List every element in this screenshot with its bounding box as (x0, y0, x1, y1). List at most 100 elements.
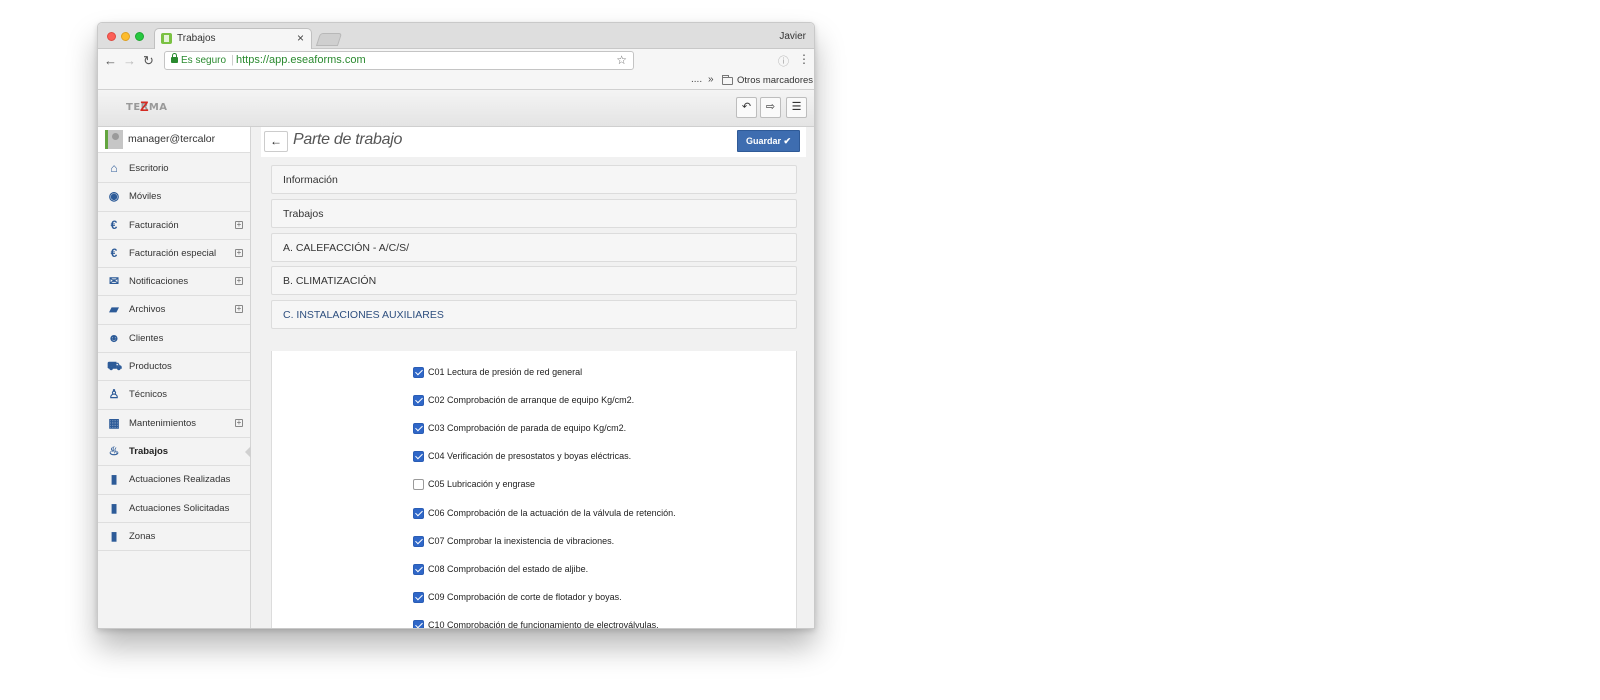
expand-plus-icon[interactable]: + (235, 305, 243, 314)
accordion-panel-3[interactable]: A. CALEFACCIÓN - A/C/S/ (271, 233, 797, 262)
back-arrow-icon[interactable]: ← (104, 53, 117, 68)
envelope-icon: ✉ (108, 274, 120, 289)
sidebar-item-actuaciones-realizadas[interactable]: ▮ Actuaciones Realizadas (98, 466, 250, 495)
save-button[interactable]: Guardar ✔ (737, 130, 800, 152)
sidebar-item-productos[interactable]: ⛟ Productos (98, 353, 250, 382)
panel-title: Información (283, 174, 338, 186)
checklist-label: C02 Comprobación de arranque de equipo K… (428, 395, 635, 406)
checklist-label: C06 Comprobación de la actuación de la v… (428, 507, 676, 518)
users-icon: ☻ (107, 330, 121, 345)
file-icon: ▮ (110, 472, 118, 487)
tab-strip: Trabajos × Javier (98, 23, 814, 50)
accordion-panel-4[interactable]: B. CLIMATIZACIÓN (271, 266, 797, 295)
sidebar-item-mantenimientos[interactable]: ▦ Mantenimientos + (98, 410, 250, 438)
company-logo[interactable]: TERMA Z (126, 98, 167, 116)
sidebar-item-notificaciones[interactable]: ✉ Notificaciones + (98, 268, 250, 297)
checkbox-checked[interactable] (413, 423, 424, 435)
checkbox-checked[interactable] (413, 451, 424, 463)
sidebar-item-label: Archivos (129, 304, 166, 316)
home-icon: ⌂ (110, 161, 118, 175)
browser-tab-trabajos[interactable]: Trabajos × (154, 28, 312, 50)
checkbox-checked[interactable] (413, 563, 424, 575)
bookmark-star-icon[interactable]: ☆ (616, 53, 627, 67)
undo-button[interactable]: ↶ (736, 97, 757, 118)
tab-title: Trabajos (177, 33, 216, 44)
favicon-icon (161, 33, 172, 44)
expand-plus-icon[interactable]: + (235, 220, 243, 229)
sidebar: manager@tercalor ⌂ Escritorio ◉ Móviles € Fac… (98, 127, 251, 628)
logout-button[interactable]: ⇨ (760, 97, 781, 118)
cart-icon: ⛟ (107, 359, 123, 374)
main-content: ← Parte de trabajo Guardar ✔ Información… (251, 127, 814, 629)
expand-plus-icon[interactable]: + (235, 418, 243, 427)
checkbox-unchecked[interactable] (413, 479, 424, 491)
profile-name[interactable]: Javier (779, 31, 806, 42)
checkbox-checked[interactable] (413, 591, 424, 603)
url-text[interactable]: https://app.eseaforms.com (236, 54, 366, 66)
maximize-window-button[interactable] (135, 32, 144, 41)
file-icon: ▮ (110, 528, 118, 543)
minimize-window-button[interactable] (121, 32, 130, 41)
accordion-panel-1[interactable]: Información (271, 165, 797, 194)
reload-icon[interactable]: ↻ (143, 53, 154, 69)
panel-title: C. INSTALACIONES AUXILIARES (283, 309, 444, 321)
checklist-label: C04 Verificación de presostatos y boyas … (428, 451, 632, 462)
logo-mark-icon: Z (140, 98, 149, 114)
sidebar-item-label: Trabajos (129, 445, 169, 457)
browser-toolbar: ← → ↻ Es seguro | https://app.eseaforms.… (98, 49, 814, 73)
close-window-button[interactable] (107, 32, 116, 41)
tab-close-icon[interactable]: × (297, 31, 304, 45)
url-separator: | (231, 54, 234, 66)
bookmarks-overflow[interactable]: .... (691, 74, 702, 85)
sidebar-item-label: Técnicos (129, 389, 168, 401)
sidebar-item-label: Escritorio (129, 163, 169, 174)
browser-menu-icon[interactable]: ⋮ (798, 52, 810, 66)
sidebar-item-escritorio[interactable]: ⌂ Escritorio (98, 155, 250, 184)
address-bar[interactable]: Es seguro | https://app.eseaforms.com ☆ (164, 51, 634, 70)
other-bookmarks-folder[interactable]: Otros marcadores (737, 75, 813, 86)
sidebar-item-trabajos[interactable]: ♨ Trabajos (98, 438, 251, 467)
forward-arrow-icon[interactable]: → (123, 53, 136, 68)
sidebar-item-m-viles[interactable]: ◉ Móviles (98, 183, 250, 212)
sidebar-item-facturaci-n-especial[interactable]: € Facturación especial + (98, 240, 250, 269)
browser-window: Trabajos × Javier ← → ↻ Es seguro | http… (97, 22, 815, 629)
sidebar-item-archivos[interactable]: ▰ Archivos + (98, 296, 250, 325)
accordion-panel-2[interactable]: Trabajos (271, 199, 797, 228)
hamburger-menu-button[interactable]: ☰ (786, 97, 807, 118)
sidebar-item-label: Facturación especial (129, 247, 217, 259)
sidebar-item-facturaci-n[interactable]: € Facturación + (98, 212, 250, 240)
info-icon[interactable]: ⓘ (778, 53, 789, 69)
sidebar-item-label: Zonas (129, 530, 156, 542)
secure-label: Es seguro (181, 55, 227, 66)
sidebar-item-actuaciones-solicitadas[interactable]: ▮ Actuaciones Solicitadas (98, 495, 250, 523)
checkbox-checked[interactable] (413, 395, 424, 407)
panel-title: A. CALEFACCIÓN - A/C/S/ (283, 242, 410, 254)
sidebar-item-zonas[interactable]: ▮ Zonas (98, 523, 250, 552)
euro-icon: € (110, 217, 118, 232)
sidebar-item-label: Clientes (129, 332, 164, 344)
panel-title: Trabajos (283, 208, 324, 220)
expand-plus-icon[interactable]: + (235, 248, 243, 257)
sidebar-item-label: Productos (129, 361, 172, 373)
checkbox-checked[interactable] (413, 535, 424, 547)
new-tab-button[interactable] (315, 33, 343, 46)
avatar (105, 130, 123, 149)
checkbox-checked[interactable] (413, 507, 424, 519)
accordion-panel-5[interactable]: C. INSTALACIONES AUXILIARES (271, 300, 797, 329)
checklist-label: C05 Lubricación y engrase (428, 479, 536, 490)
sidebar-item-label: Móviles (129, 191, 162, 203)
back-button[interactable]: ← (264, 131, 288, 152)
sidebar-item-label: Facturación (129, 219, 179, 231)
bookmarks-chevron-icon[interactable]: » (708, 74, 714, 85)
sidebar-item-t-cnicos[interactable]: ♙ Técnicos (98, 381, 250, 410)
sidebar-item-clientes[interactable]: ☻ Clientes (98, 325, 250, 354)
book-icon: ▰ (109, 302, 119, 317)
auxiliary-installations-panel-body: C01 Lectura de presión de red general C02… (271, 351, 797, 629)
sidebar-item-label: Actuaciones Solicitadas (129, 502, 230, 514)
checklist-label: C10 Comprobación de funcionamiento de el… (428, 619, 659, 629)
checkbox-checked[interactable] (413, 619, 424, 628)
checkbox-checked[interactable] (413, 367, 424, 378)
user-profile[interactable]: manager@tercalor (98, 127, 250, 153)
expand-plus-icon[interactable]: + (235, 277, 243, 286)
lock-icon (171, 53, 178, 63)
